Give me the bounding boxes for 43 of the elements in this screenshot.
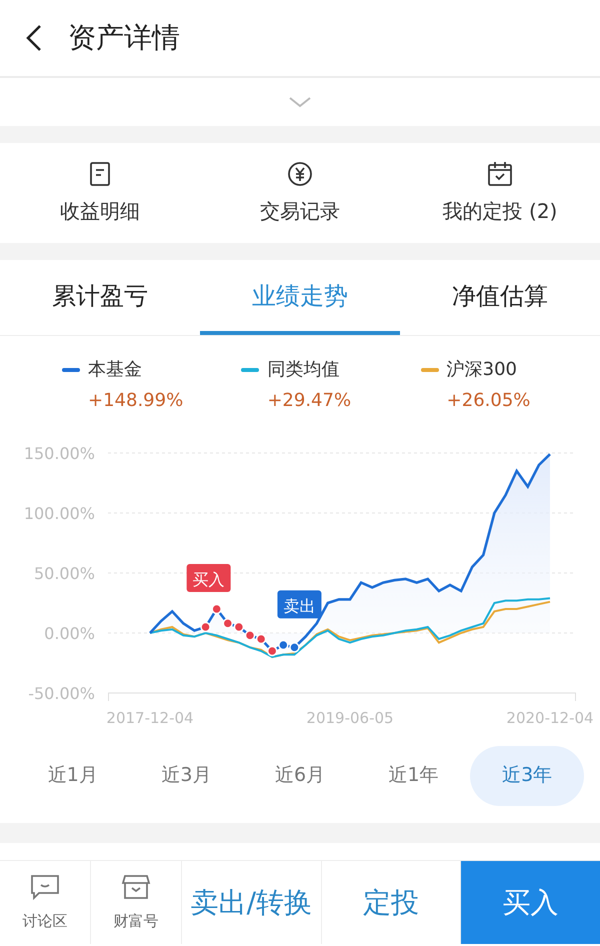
action-button[interactable]: 卖出/转换	[182, 861, 322, 944]
x-axis-label: 2017-12-04	[106, 709, 194, 727]
shortcut-button[interactable]: 交易记录	[200, 143, 400, 243]
legend-label: 沪深300	[446, 358, 518, 382]
y-axis-label: -50.00%	[28, 684, 95, 703]
y-axis-label: 100.00%	[24, 504, 95, 523]
toolbar-button[interactable]: 讨论区	[0, 861, 91, 944]
yen-icon	[286, 160, 314, 188]
point	[289, 642, 300, 653]
shortcut-button[interactable]: 收益明细	[0, 143, 200, 243]
trade-label-background	[186, 564, 231, 592]
legend-swatch	[420, 368, 439, 372]
tab[interactable]: 业绩走势	[200, 260, 400, 335]
toolbar-button[interactable]: 财富号	[91, 861, 182, 944]
legend-swatch	[241, 368, 260, 372]
shortcut-button[interactable]: 我的定投 (2)	[400, 143, 600, 243]
tab[interactable]: 净值估算	[400, 260, 600, 335]
page-title: 资产详情	[68, 20, 180, 56]
legend-swatch	[62, 368, 80, 372]
legend-label: 本基金	[88, 358, 142, 382]
trade-label-background	[277, 590, 322, 618]
return-value: +29.47%	[266, 389, 352, 413]
trade-label: 买入	[192, 570, 225, 589]
action-button[interactable]: 买入	[461, 861, 600, 944]
tab[interactable]: 累计盈亏	[0, 260, 200, 335]
period-button[interactable]: 近6月	[243, 746, 357, 806]
period-button[interactable]: 近1年	[356, 746, 470, 806]
period-button[interactable]: 近1月	[16, 746, 130, 806]
legend-label: 同类均值	[267, 358, 340, 382]
y-axis-label: 0.00%	[44, 624, 95, 643]
period-button[interactable]: 近3年	[470, 746, 584, 806]
trade-label: 卖出	[283, 596, 316, 616]
period-button[interactable]: 近3月	[130, 746, 244, 806]
return-value: +26.05%	[446, 389, 532, 413]
x-axis-label: 2019-06-05	[306, 709, 394, 727]
point	[278, 640, 289, 650]
y-axis-label: 150.00%	[24, 444, 95, 463]
back-icon[interactable]	[24, 23, 44, 53]
x-axis-label: 2020-12-04	[506, 709, 594, 727]
calendar-icon	[486, 160, 514, 188]
chat-icon	[29, 872, 61, 902]
return-value: +148.99%	[87, 389, 184, 413]
y-axis-label: 50.00%	[34, 564, 95, 583]
